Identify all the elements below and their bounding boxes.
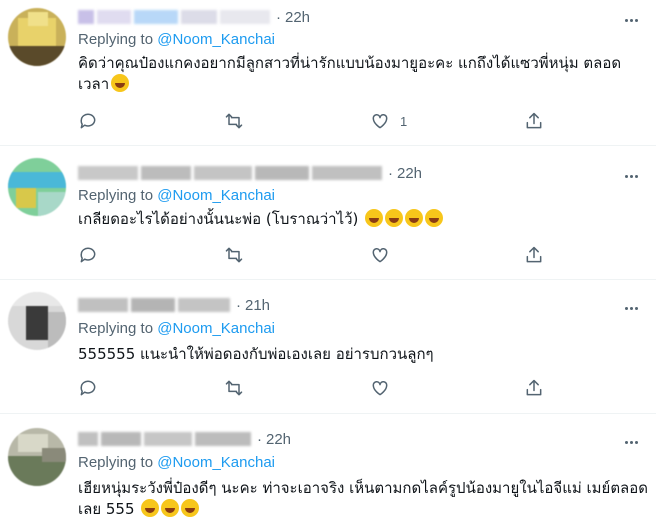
separator-dot: · xyxy=(276,8,281,26)
replying-to-label: Replying to xyxy=(78,31,158,48)
share-button[interactable] xyxy=(524,245,544,265)
display-name-redacted[interactable] xyxy=(78,162,382,184)
timestamp[interactable]: 22h xyxy=(285,9,310,26)
tweet-text: เฮียหนุ่มระวังพี่ป๋องดีๆ นะคะ ท่าจะเอาจร… xyxy=(78,478,648,520)
display-name-redacted[interactable] xyxy=(78,6,270,28)
reply-tweet[interactable]: · 22h Replying to @Noom_Kanchai คิดว่าคุ… xyxy=(0,0,656,146)
avatar[interactable] xyxy=(8,8,66,66)
tweet-actions xyxy=(78,245,548,267)
replying-to-label: Replying to xyxy=(78,454,158,471)
replying-to-handle[interactable]: @Noom_Kanchai xyxy=(157,187,275,204)
avatar[interactable] xyxy=(8,292,66,350)
tweet-text-content: 555555 แนะนำให้พ่อดองกับพ่อเองเลย อย่ารบ… xyxy=(78,345,434,363)
like-button[interactable] xyxy=(370,245,400,265)
replying-to: Replying to @Noom_Kanchai xyxy=(78,320,275,337)
tweet-text: คิดว่าคุณป๋องแกคงอยากมีลูกสาวที่น่ารักแบ… xyxy=(78,53,648,95)
replying-to-handle[interactable]: @Noom_Kanchai xyxy=(157,454,275,471)
heart-icon xyxy=(372,247,388,263)
tweet-actions xyxy=(78,378,548,400)
tweet-text-content: เกลียดอะไรได้อย่างนั้นนะพ่อ (โบราณว่าไว้… xyxy=(78,210,364,228)
replying-to: Replying to @Noom_Kanchai xyxy=(78,454,275,471)
tweet-actions: 1 xyxy=(78,111,548,133)
replying-to: Replying to @Noom_Kanchai xyxy=(78,31,275,48)
zany-face-icon xyxy=(385,209,404,227)
rolling-on-floor-laughing-icon xyxy=(141,499,160,517)
zany-face-icon xyxy=(425,209,444,227)
tweet-text-content: คิดว่าคุณป๋องแกคงอยากมีลูกสาวที่น่ารักแบ… xyxy=(78,54,622,93)
face-with-tears-of-joy-icon xyxy=(111,74,130,92)
share-icon xyxy=(526,379,542,396)
tweet-header: · 22h xyxy=(78,6,310,28)
reply-icon xyxy=(80,247,96,263)
tweet-header: · 22h xyxy=(78,162,422,184)
replying-to-label: Replying to xyxy=(78,320,158,337)
tweet-text: เกลียดอะไรได้อย่างนั้นนะพ่อ (โบราณว่าไว้… xyxy=(78,209,648,230)
timestamp[interactable]: 22h xyxy=(397,165,422,182)
share-button[interactable] xyxy=(524,378,544,398)
reply-icon xyxy=(80,380,96,396)
avatar[interactable] xyxy=(8,158,66,216)
reply-tweet[interactable]: · 21h Replying to @Noom_Kanchai 555555 แ… xyxy=(0,280,656,414)
share-button[interactable] xyxy=(524,111,544,131)
zany-face-icon xyxy=(405,209,424,227)
retweet-button[interactable] xyxy=(224,111,254,131)
separator-dot: · xyxy=(236,296,241,314)
timestamp[interactable]: 21h xyxy=(245,297,270,314)
reply-thread: · 22h Replying to @Noom_Kanchai คิดว่าคุ… xyxy=(0,0,656,532)
more-options-icon[interactable] xyxy=(620,9,642,31)
replying-to-handle[interactable]: @Noom_Kanchai xyxy=(157,320,275,337)
rolling-on-floor-laughing-icon xyxy=(181,499,200,517)
reply-button[interactable] xyxy=(78,245,108,265)
reply-button[interactable] xyxy=(78,378,108,398)
reply-tweet[interactable]: · 22h Replying to @Noom_Kanchai เกลียดอะ… xyxy=(0,146,656,280)
display-name-redacted[interactable] xyxy=(78,294,230,316)
replying-to-label: Replying to xyxy=(78,187,158,204)
heart-icon xyxy=(372,380,388,396)
retweet-button[interactable] xyxy=(224,378,254,398)
heart-icon xyxy=(372,113,388,129)
reply-button[interactable] xyxy=(78,111,108,131)
reply-tweet[interactable]: · 22h Replying to @Noom_Kanchai เฮียหนุ่… xyxy=(0,414,656,532)
share-icon xyxy=(526,112,542,129)
retweet-icon xyxy=(225,113,243,129)
display-name-redacted[interactable] xyxy=(78,428,251,450)
separator-dot: · xyxy=(257,430,262,448)
tweet-text: 555555 แนะนำให้พ่อดองกับพ่อเองเลย อย่ารบ… xyxy=(78,344,648,365)
more-options-icon[interactable] xyxy=(620,165,642,187)
avatar[interactable] xyxy=(8,428,66,486)
retweet-button[interactable] xyxy=(224,245,254,265)
share-icon xyxy=(526,246,542,263)
zany-face-icon xyxy=(365,209,384,227)
separator-dot: · xyxy=(388,164,393,182)
like-button[interactable] xyxy=(370,378,400,398)
more-options-icon[interactable] xyxy=(620,297,642,319)
replying-to: Replying to @Noom_Kanchai xyxy=(78,187,275,204)
timestamp[interactable]: 22h xyxy=(266,431,291,448)
replying-to-handle[interactable]: @Noom_Kanchai xyxy=(157,31,275,48)
retweet-icon xyxy=(225,247,243,263)
reply-icon xyxy=(80,113,96,129)
like-button[interactable]: 1 xyxy=(370,111,407,131)
tweet-header: · 22h xyxy=(78,428,291,450)
rolling-on-floor-laughing-icon xyxy=(161,499,180,517)
retweet-icon xyxy=(225,380,243,396)
more-options-icon[interactable] xyxy=(620,431,642,453)
tweet-header: · 21h xyxy=(78,294,270,316)
like-count: 1 xyxy=(400,113,408,129)
